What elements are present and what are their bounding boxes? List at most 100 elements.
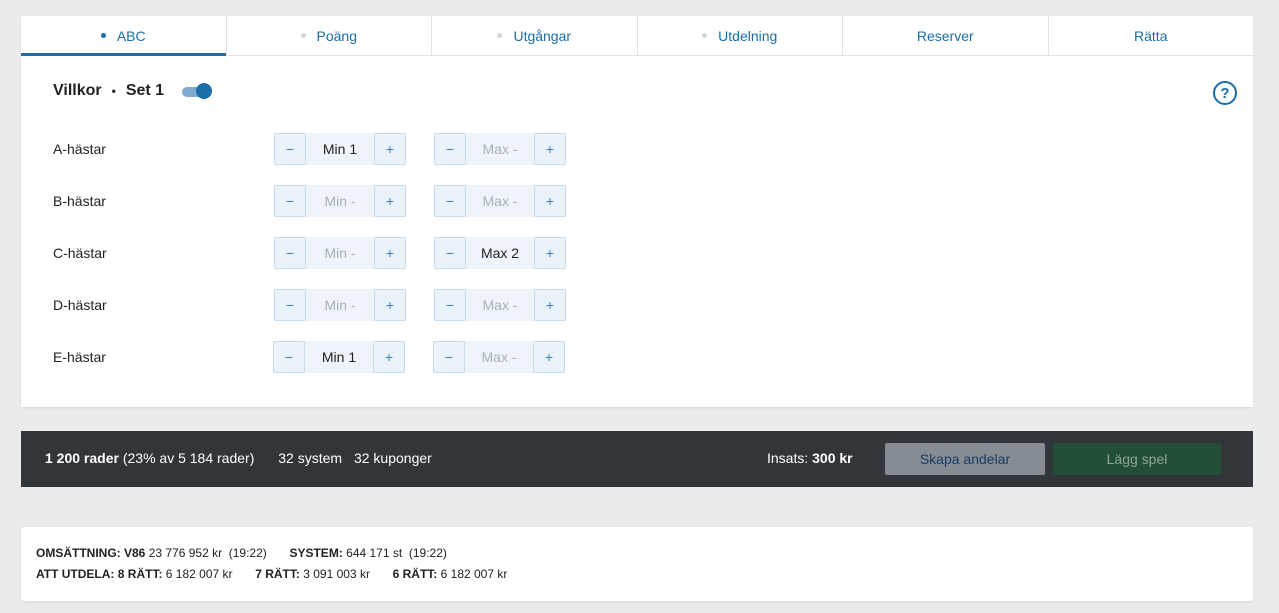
tab-abc[interactable]: ABC [21, 16, 227, 56]
max-value: Max - [482, 297, 518, 313]
r6-label: 6 RÄTT: [392, 567, 438, 581]
row-a-hastar: A-hästar − Min 1 + − Max - + [53, 133, 593, 165]
min-value: Min - [324, 297, 356, 313]
system-count: 32 system [278, 450, 343, 466]
turnover-line: OMSÄTTNING: V86 23 776 952 kr (19:22) SY… [36, 546, 447, 560]
r8-label: 8 RÄTT: [117, 567, 163, 581]
villkor-title: Villkor [53, 82, 102, 99]
tab-ratta[interactable]: Rätta [1049, 16, 1254, 55]
system-label: SYSTEM: [289, 546, 343, 560]
max-value: Max - [481, 349, 517, 365]
help-icon[interactable]: ? [1213, 81, 1237, 105]
max-stepper[interactable]: − Max - + [434, 133, 566, 165]
tab-bar: ABC Poäng Utgångar Utdelning Reserver Rä… [21, 16, 1253, 56]
max-value: Max - [482, 193, 518, 209]
max-stepper[interactable]: − Max 2 + [434, 237, 566, 269]
plus-button[interactable]: + [534, 185, 566, 217]
minus-button[interactable]: − [274, 133, 306, 165]
game-info-panel: OMSÄTTNING: V86 23 776 952 kr (19:22) SY… [21, 527, 1253, 601]
row-label: E-hästar [53, 349, 106, 365]
tab-label: Poäng [316, 27, 357, 44]
r7-label: 7 RÄTT: [255, 567, 300, 581]
row-e-hastar: E-hästar − Min 1 + − Max - + [53, 341, 593, 373]
minus-button[interactable]: − [433, 341, 465, 373]
rows-detail: (23% av 5 184 rader) [122, 450, 255, 466]
payout-line: ATT UTDELA: 8 RÄTT: 6 182 007 kr 7 RÄTT:… [36, 567, 507, 581]
tab-reserver[interactable]: Reserver [843, 16, 1049, 55]
tab-dot-icon [100, 33, 106, 38]
att-utdela-label: ATT UTDELA: [36, 567, 115, 581]
rows-count: 1 200 rader [45, 450, 119, 466]
tab-dot-icon [300, 33, 306, 38]
rows-summary: 1 200 rader (23% av 5 184 rader) 32 syst… [45, 450, 432, 466]
tab-utgangar[interactable]: Utgångar [432, 16, 638, 55]
minus-button[interactable]: − [274, 289, 306, 321]
min-value: Min - [324, 193, 356, 209]
omsattning-time: (19:22) [228, 546, 267, 560]
system-value: 644 171 st [346, 546, 403, 560]
min-value: Min 1 [322, 141, 358, 157]
min-value: Min 1 [321, 349, 357, 365]
minus-button[interactable]: − [434, 133, 466, 165]
tab-dot-icon [497, 33, 503, 38]
tab-utdelning[interactable]: Utdelning [638, 16, 843, 55]
minus-button[interactable]: − [273, 341, 305, 373]
omsattning-value: 23 776 952 kr [148, 546, 223, 560]
min-stepper[interactable]: − Min - + [274, 289, 406, 321]
tab-label: ABC [116, 27, 146, 44]
r6-value: 6 182 007 kr [440, 567, 508, 581]
omsattning-label: OMSÄTTNING: V86 [36, 546, 146, 560]
max-value: Max 2 [480, 245, 520, 261]
plus-button[interactable]: + [374, 185, 406, 217]
plus-button[interactable]: + [374, 133, 406, 165]
plus-button[interactable]: + [533, 341, 565, 373]
minus-button[interactable]: − [274, 237, 306, 269]
insats-value: 300 kr [812, 450, 853, 466]
skapa-andelar-button[interactable]: Skapa andelar [885, 443, 1045, 475]
minus-button[interactable]: − [434, 289, 466, 321]
plus-button[interactable]: + [373, 341, 405, 373]
min-stepper[interactable]: − Min - + [274, 237, 406, 269]
min-stepper[interactable]: − Min 1 + [273, 341, 405, 373]
villkor-separator: • [111, 84, 116, 98]
kupong-count: 32 kuponger [353, 450, 432, 466]
r7-value: 3 091 003 kr [303, 567, 370, 581]
max-stepper[interactable]: − Max - + [433, 341, 565, 373]
row-d-hastar: D-hästar − Min - + − Max - + [53, 289, 593, 321]
max-stepper[interactable]: − Max - + [434, 289, 566, 321]
system-time: (19:22) [408, 546, 447, 560]
tab-label: Reserver [916, 27, 974, 44]
minus-button[interactable]: − [274, 185, 306, 217]
row-label: A-hästar [53, 141, 106, 157]
plus-button[interactable]: + [534, 237, 566, 269]
plus-button[interactable]: + [534, 289, 566, 321]
row-c-hastar: C-hästar − Min - + − Max 2 + [53, 237, 593, 269]
lagg-spel-button[interactable]: Lägg spel [1053, 443, 1221, 475]
min-stepper[interactable]: − Min - + [274, 185, 406, 217]
summary-bar: 1 200 rader (23% av 5 184 rader) 32 syst… [21, 431, 1253, 487]
plus-button[interactable]: + [374, 289, 406, 321]
tab-label: Utgångar [513, 27, 572, 44]
row-label: D-hästar [53, 297, 107, 313]
insats: Insats: 300 kr [767, 450, 853, 466]
min-stepper[interactable]: − Min 1 + [274, 133, 406, 165]
minus-button[interactable]: − [434, 185, 466, 217]
row-b-hastar: B-hästar − Min - + − Max - + [53, 185, 593, 217]
set-toggle[interactable] [182, 83, 213, 99]
tab-label: Rätta [1134, 27, 1168, 44]
toggle-knob [196, 83, 213, 99]
minus-button[interactable]: − [434, 237, 466, 269]
plus-button[interactable]: + [534, 133, 566, 165]
row-label: C-hästar [53, 245, 107, 261]
max-value: Max - [482, 141, 518, 157]
plus-button[interactable]: + [374, 237, 406, 269]
set-label: Set 1 [125, 82, 165, 99]
min-value: Min - [324, 245, 356, 261]
insats-label: Insats: [767, 450, 809, 466]
tab-dot-icon [702, 33, 708, 38]
tab-label: Utdelning [718, 27, 778, 44]
tab-poang[interactable]: Poäng [227, 16, 432, 55]
max-stepper[interactable]: − Max - + [434, 185, 566, 217]
villkor-header: Villkor • Set 1 [53, 82, 213, 100]
row-label: B-hästar [53, 193, 106, 209]
